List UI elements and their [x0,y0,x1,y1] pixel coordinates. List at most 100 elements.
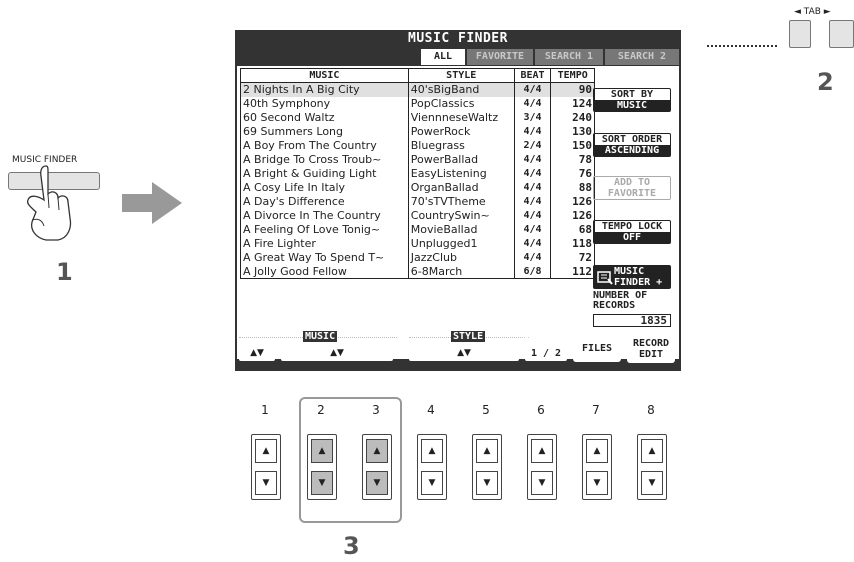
column-header-beat[interactable]: BEAT [513,68,552,83]
button-6-up[interactable]: ▲ [531,439,553,463]
cell-music: A Feeling Of Love Tonig~ [240,222,409,237]
cell-tempo: 130 [550,124,595,139]
table-row[interactable]: A Feeling Of Love Tonig~ MovieBallad 4/4 68 [240,222,595,237]
cell-style: PowerBallad [407,152,515,167]
cell-style: 6-8March [407,264,515,279]
button-pair-8: ▲ ▼ [637,434,667,500]
cell-beat: 4/4 [513,166,552,181]
button-7-down[interactable]: ▼ [586,471,608,495]
music-finder-plus-label: MUSIC [614,266,645,277]
cell-tempo: 68 [550,222,595,237]
tab-search-2[interactable]: SEARCH 2 [605,49,679,65]
tempo-lock-button[interactable]: TEMPO LOCK OFF [593,220,671,244]
button-pair-5: ▲ ▼ [472,434,502,500]
tab-right-button[interactable] [829,20,854,48]
button-6-down[interactable]: ▼ [531,471,553,495]
cell-music: A Bridge To Cross Troub~ [240,152,409,167]
record-edit-button[interactable]: RECORD EDIT [627,335,675,363]
cell-music: A Bright & Guiding Light [240,166,409,181]
table-row[interactable]: A Great Way To Spend T~ JazzClub 4/4 72 [240,250,595,265]
table-row[interactable]: A Fire Lighter Unplugged1 4/4 118 [240,236,595,251]
table-row[interactable]: 69 Summers Long PowerRock 4/4 130 [240,124,595,139]
button-7-up[interactable]: ▲ [586,439,608,463]
add-to-favorite-label-2: FAVORITE [607,188,657,199]
button-5-down[interactable]: ▼ [476,471,498,495]
table-row[interactable]: 2 Nights In A Big City 40'sBigBand 4/4 90 [240,82,595,97]
cell-beat: 3/4 [513,110,552,125]
step-2-number: 2 [817,68,834,96]
cell-tempo: 88 [550,180,595,195]
music-finder-plus-icon [597,271,613,285]
button-1-up[interactable]: ▲ [255,439,277,463]
column-header-music[interactable]: MUSIC [240,68,409,83]
table-row[interactable]: A Cosy Life In Italy OrganBallad 4/4 88 [240,180,595,195]
cell-beat: 2/4 [513,138,552,153]
cell-tempo: 240 [550,110,595,125]
cell-beat: 4/4 [513,124,552,139]
cell-style: CountrySwin~ [407,208,515,223]
music-finder-plus-label-2: FINDER + [614,277,663,288]
button-4-down[interactable]: ▼ [421,471,443,495]
cell-music: 40th Symphony [240,96,409,111]
tab-left-button[interactable] [789,20,811,48]
cell-music: A Cosy Life In Italy [240,180,409,195]
column-header-tempo[interactable]: TEMPO [550,68,595,83]
cell-style: ViennneseWaltz [407,110,515,125]
button-8-down[interactable]: ▼ [641,471,663,495]
cell-music: A Day's Difference [240,194,409,209]
music-finder-plus-button[interactable]: MUSIC FINDER + [593,265,671,289]
column-header-style[interactable]: STYLE [407,68,515,83]
cell-style: PowerRock [407,124,515,139]
dotted-leader [707,45,777,47]
cell-beat: 4/4 [513,96,552,111]
button-5-up[interactable]: ▲ [476,439,498,463]
number-of-records-value: 1835 [593,314,671,327]
button-1-down[interactable]: ▼ [255,471,277,495]
sort-order-button[interactable]: SORT ORDER ASCENDING [593,133,671,157]
cell-beat: 6/8 [513,264,552,279]
cell-tempo: 112 [550,264,595,279]
table-row[interactable]: A Day's Difference 70'sTVTheme 4/4 126 [240,194,595,209]
tempo-lock-value: OFF [594,232,670,243]
step-3-number: 3 [343,532,360,560]
cell-tempo: 118 [550,236,595,251]
cell-music: 2 Nights In A Big City [240,82,409,97]
tab-favorite[interactable]: FAVORITE [467,49,533,65]
cell-music: A Divorce In The Country [240,208,409,223]
tab-all[interactable]: ALL [421,49,465,65]
button-4-up[interactable]: ▲ [421,439,443,463]
cell-style: PopClassics [407,96,515,111]
cell-beat: 4/4 [513,180,552,195]
tab-search-1[interactable]: SEARCH 1 [535,49,603,65]
add-to-favorite-button[interactable]: ADD TO FAVORITE [593,176,671,200]
music-select-arrows[interactable]: ▲▼ [281,346,393,361]
table-row[interactable]: A Boy From The Country Bluegrass 2/4 150 [240,138,595,153]
sort-by-value: MUSIC [594,100,670,111]
cell-beat: 4/4 [513,250,552,265]
cell-tempo: 72 [550,250,595,265]
search-page-button[interactable]: 1 / 2 [525,346,567,361]
sort-by-button[interactable]: SORT BY MUSIC [593,88,671,112]
tempo-lock-label: TEMPO LOCK [601,221,663,232]
cell-style: JazzClub [407,250,515,265]
table-row[interactable]: A Divorce In The Country CountrySwin~ 4/4 1… [240,208,595,223]
cell-tempo: 76 [550,166,595,181]
cell-beat: 4/4 [513,82,552,97]
files-button[interactable]: FILES [573,336,621,362]
table-row[interactable]: 60 Second Waltz ViennneseWaltz 3/4 240 [240,110,595,125]
button-8-up[interactable]: ▲ [641,439,663,463]
button-pair-6: ▲ ▼ [527,434,557,500]
table-row[interactable]: A Jolly Good Fellow 6-8March 6/8 112 [240,264,595,279]
table-row[interactable]: A Bright & Guiding Light EasyListening 4/4… [240,166,595,181]
cell-beat: 4/4 [513,208,552,223]
button-number-8: 8 [647,403,655,417]
button-1-arrows[interactable]: ▲▼ [239,346,275,361]
button-number-6: 6 [537,403,545,417]
lcd-screen: MUSIC FINDER ALL FAVORITE SEARCH 1 SEARC… [235,30,681,371]
table-row[interactable]: A Bridge To Cross Troub~ PowerBallad 4/4 78 [240,152,595,167]
number-of-records-label: NUMBER OF RECORDS [593,291,647,311]
sort-order-label: SORT ORDER [601,134,663,145]
sort-by-label: SORT BY [610,89,654,100]
style-select-arrows[interactable]: ▲▼ [409,346,519,361]
table-row[interactable]: 40th Symphony PopClassics 4/4 124 [240,96,595,111]
